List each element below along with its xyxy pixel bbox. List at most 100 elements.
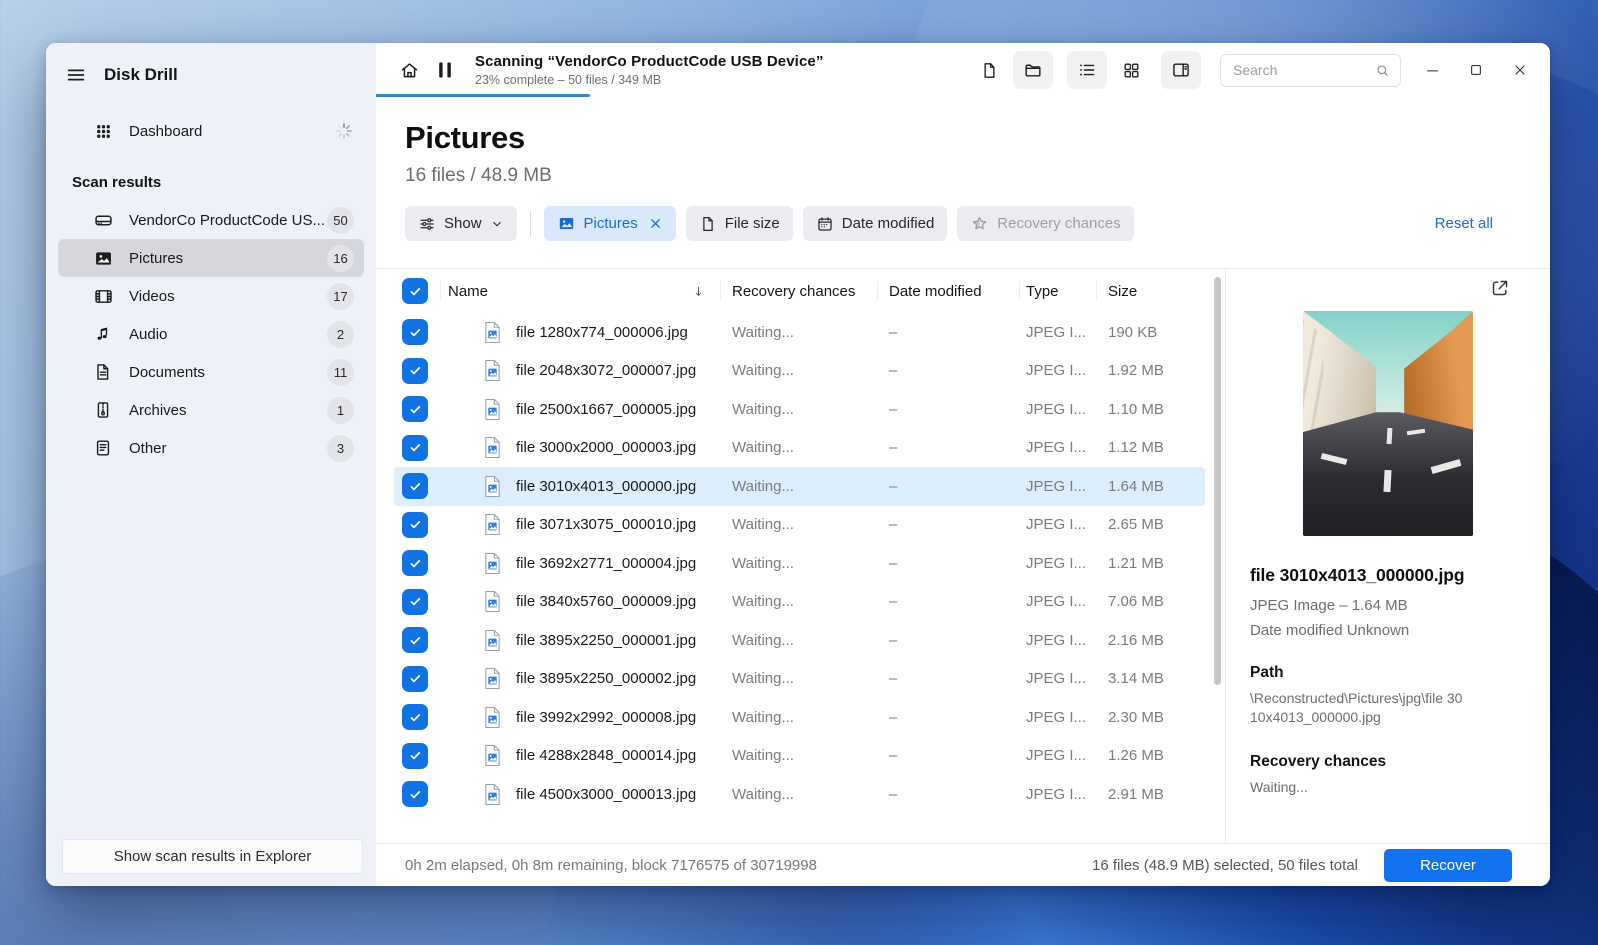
- column-header-recovery[interactable]: Recovery chances: [732, 283, 855, 300]
- table-scrollbar[interactable]: [1214, 277, 1221, 685]
- filter-chip-list: Pictures File size Date modified Recover…: [543, 206, 1134, 241]
- sidebar-item-other[interactable]: Other 3: [58, 429, 364, 467]
- close-button[interactable]: [1498, 50, 1542, 90]
- sidebar-item-count-badge: 1: [327, 396, 354, 424]
- date-modified-value: –: [889, 670, 898, 688]
- sidebar-item-label: VendorCo ProductCode US...: [129, 211, 325, 229]
- sidebar-item-label: Documents: [129, 363, 205, 381]
- filter-chip-date-modified[interactable]: Date modified: [802, 206, 948, 241]
- file-name: file 3692x2771_000004.jpg: [516, 554, 697, 572]
- table-row[interactable]: file 3895x2250_000002.jpg Waiting... – J…: [376, 660, 1225, 699]
- select-all-checkbox[interactable]: [402, 278, 428, 304]
- preview-type-size: JPEG Image – 1.64 MB: [1250, 597, 1408, 614]
- table-row[interactable]: file 3840x5760_000009.jpg Waiting... – J…: [376, 583, 1225, 622]
- table-row[interactable]: file 3895x2250_000001.jpg Waiting... – J…: [376, 621, 1225, 660]
- filter-chip-recovery-chances[interactable]: Recovery chances: [957, 206, 1134, 241]
- reset-all-link[interactable]: Reset all: [1435, 215, 1493, 232]
- sidebar-item-audio[interactable]: Audio 2: [58, 315, 364, 353]
- row-checkbox[interactable]: [402, 511, 428, 538]
- sidebar-item-archives[interactable]: Archives 1: [58, 391, 364, 429]
- filter-chip-pictures[interactable]: Pictures: [543, 206, 676, 241]
- column-header-type[interactable]: Type: [1026, 283, 1059, 300]
- recovery-chance-value: Waiting...: [732, 708, 794, 726]
- row-checkbox[interactable]: [402, 473, 428, 500]
- recovery-chance-value: Waiting...: [732, 323, 794, 341]
- jpeg-file-icon: [483, 513, 502, 536]
- column-header-name[interactable]: Name: [448, 283, 488, 300]
- recovery-chance-value: Waiting...: [732, 400, 794, 418]
- recovery-chance-value: Waiting...: [732, 631, 794, 649]
- recovery-chance-value: Waiting...: [732, 593, 794, 611]
- sidebar-item-vendorco-productcode-us[interactable]: VendorCo ProductCode US... 50: [58, 201, 364, 239]
- row-checkbox[interactable]: [402, 665, 428, 692]
- remove-filter-icon[interactable]: [648, 216, 663, 231]
- file-name: file 3895x2250_000002.jpg: [516, 670, 697, 688]
- table-row[interactable]: file 4288x2848_000014.jpg Waiting... – J…: [376, 737, 1225, 776]
- filter-chip-label: Pictures: [583, 215, 638, 232]
- minimize-button[interactable]: [1410, 50, 1454, 90]
- recover-button[interactable]: Recover: [1384, 848, 1512, 882]
- maximize-button[interactable]: [1454, 50, 1498, 90]
- table-row[interactable]: file 3692x2771_000004.jpg Waiting... – J…: [376, 544, 1225, 583]
- pause-scan-button[interactable]: [427, 51, 463, 89]
- search-icon: [1374, 62, 1391, 79]
- table-row[interactable]: file 1280x774_000006.jpg Waiting... – JP…: [376, 313, 1225, 352]
- file-name: file 4288x2848_000014.jpg: [516, 747, 697, 765]
- column-header-date[interactable]: Date modified: [889, 283, 982, 300]
- archives-icon: [92, 399, 114, 421]
- row-checkbox[interactable]: [402, 627, 428, 654]
- results-split: Name Recovery chances Date modified Type…: [376, 268, 1550, 843]
- row-checkbox[interactable]: [402, 781, 428, 808]
- file-name: file 4500x3000_000013.jpg: [516, 785, 697, 803]
- star-icon: [970, 214, 989, 233]
- preview-panel-toggle-button[interactable]: [1161, 51, 1201, 89]
- sidebar-item-dashboard[interactable]: Dashboard: [58, 112, 364, 150]
- sidebar-item-pictures[interactable]: Pictures 16: [58, 239, 364, 277]
- sidebar-item-count-badge: 3: [327, 434, 354, 462]
- file-size-value: 1.92 MB: [1108, 362, 1164, 380]
- search-box[interactable]: [1220, 53, 1401, 87]
- table-row[interactable]: file 3010x4013_000000.jpg Waiting... – J…: [376, 467, 1225, 506]
- table-row[interactable]: file 4500x3000_000013.jpg Waiting... – J…: [376, 775, 1225, 814]
- toolbar: Scanning “VendorCo ProductCode USB Devic…: [376, 43, 1550, 97]
- folder-view-button[interactable]: [1013, 51, 1053, 89]
- preview-image[interactable]: [1303, 311, 1473, 536]
- row-checkbox[interactable]: [402, 550, 428, 577]
- grid-view-button[interactable]: [1113, 51, 1149, 89]
- file-view-button[interactable]: [971, 51, 1007, 89]
- sidebar-item-documents[interactable]: Documents 11: [58, 353, 364, 391]
- list-view-button[interactable]: [1067, 51, 1107, 89]
- row-checkbox[interactable]: [402, 396, 428, 423]
- table-body: file 1280x774_000006.jpg Waiting... – JP…: [376, 313, 1225, 843]
- date-modified-value: –: [889, 593, 898, 611]
- sidebar-item-videos[interactable]: Videos 17: [58, 277, 364, 315]
- sort-descending-icon[interactable]: [691, 284, 706, 299]
- show-filter-button[interactable]: Show: [405, 206, 517, 241]
- open-external-icon[interactable]: [1490, 278, 1510, 298]
- image-icon: [557, 214, 576, 233]
- other-icon: [92, 437, 114, 459]
- hamburger-menu-icon[interactable]: [65, 64, 87, 86]
- table-row[interactable]: file 2048x3072_000007.jpg Waiting... – J…: [376, 352, 1225, 391]
- row-checkbox[interactable]: [402, 357, 428, 384]
- row-checkbox[interactable]: [402, 434, 428, 461]
- show-in-explorer-button[interactable]: Show scan results in Explorer: [62, 839, 363, 874]
- table-row[interactable]: file 2500x1667_000005.jpg Waiting... – J…: [376, 390, 1225, 429]
- jpeg-file-icon: [483, 629, 502, 652]
- column-header-size[interactable]: Size: [1108, 283, 1137, 300]
- row-checkbox[interactable]: [402, 742, 428, 769]
- scanning-spinner-icon: [334, 121, 354, 141]
- recovery-chance-value: Waiting...: [732, 516, 794, 534]
- row-checkbox[interactable]: [402, 319, 428, 346]
- filter-chip-file-size[interactable]: File size: [685, 206, 793, 241]
- jpeg-file-icon: [483, 321, 502, 344]
- row-checkbox[interactable]: [402, 704, 428, 731]
- table-row[interactable]: file 3071x3075_000010.jpg Waiting... – J…: [376, 506, 1225, 545]
- search-input[interactable]: [1233, 62, 1374, 78]
- filter-bar: Show Pictures File size Date modified Re…: [376, 187, 1550, 241]
- table-row[interactable]: file 3000x2000_000003.jpg Waiting... – J…: [376, 429, 1225, 468]
- table-row[interactable]: file 3992x2992_000008.jpg Waiting... – J…: [376, 698, 1225, 737]
- file-name: file 2500x1667_000005.jpg: [516, 400, 697, 418]
- home-button[interactable]: [391, 51, 427, 89]
- row-checkbox[interactable]: [402, 588, 428, 615]
